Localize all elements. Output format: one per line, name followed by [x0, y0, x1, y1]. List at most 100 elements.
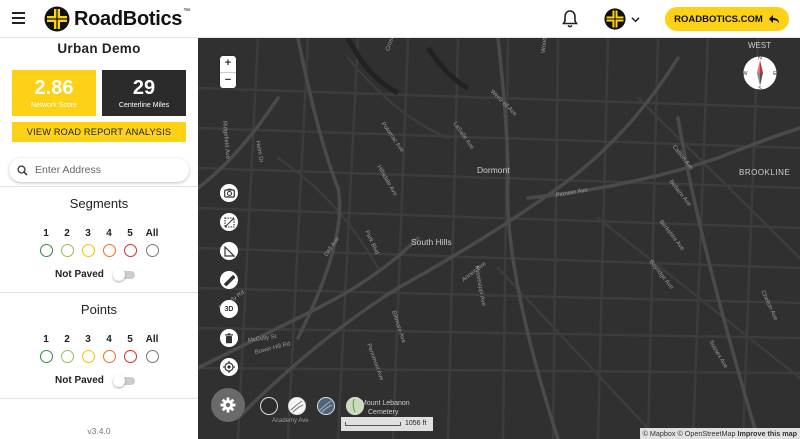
map-scale: 1056 ft [341, 417, 433, 431]
map-attribution: © Mapbox © OpenStreetMap Improve this ma… [639, 428, 800, 439]
project-name: Urban Demo [57, 41, 141, 56]
street-label: Academy Ave [272, 418, 309, 424]
satellite-map-icon [319, 400, 333, 413]
points-not-paved-toggle[interactable] [113, 375, 135, 387]
divider [0, 186, 198, 187]
segment-level-3[interactable]: 3 [78, 228, 98, 257]
level-ring [39, 244, 53, 257]
target-icon [223, 361, 235, 373]
network-score-card: 2.86 Network Score [12, 70, 96, 116]
segments-not-paved-toggle[interactable] [113, 269, 135, 281]
level-ring [102, 244, 116, 257]
points-not-paved-label: Not Paved [55, 375, 104, 386]
cta-label: ROADBOTICS.COM [674, 13, 763, 25]
map-style-satellite-button[interactable] [317, 397, 335, 415]
segment-level-1[interactable]: 1 [36, 228, 56, 257]
centerline-miles-value: 29 [132, 77, 156, 99]
network-score-label: Network Score [31, 102, 77, 109]
view-road-report-button[interactable]: VIEW ROAD REPORT ANALYSIS [12, 122, 186, 142]
compass-s: S [758, 86, 762, 92]
level-ring [39, 350, 53, 363]
segment-level-5[interactable]: 5 [120, 228, 140, 257]
divider [0, 292, 198, 293]
level-ring [145, 350, 159, 363]
centerline-miles-label: Centerline Miles [118, 102, 170, 109]
crop-icon [223, 216, 235, 228]
points-title: Points [80, 302, 118, 317]
light-map-icon [290, 400, 304, 413]
app-version: v3.4.0 [87, 426, 111, 436]
map-style-dark-button[interactable] [260, 397, 278, 415]
bell-icon[interactable] [561, 9, 579, 29]
compass-n: N [758, 56, 762, 62]
top-bar: RoadBotics™ ROADBOTICS.COM [0, 0, 800, 38]
segment-level-2[interactable]: 2 [57, 228, 77, 257]
centerline-miles-card: 29 Centerline Miles [102, 70, 186, 116]
point-level-all[interactable]: All [142, 334, 162, 363]
segments-not-paved-label: Not Paved [55, 269, 104, 280]
segment-level-4[interactable]: 4 [99, 228, 119, 257]
address-search-input[interactable] [35, 164, 175, 176]
level-ring [60, 244, 74, 257]
arrow-return-icon [768, 15, 779, 23]
segments-title: Segments [69, 196, 129, 211]
scale-bar [345, 422, 401, 426]
place-label-brookline: BROOKLINE [739, 168, 791, 177]
camera-icon [223, 188, 235, 198]
crop-button[interactable] [220, 213, 238, 231]
point-level-4[interactable]: 4 [99, 334, 119, 363]
account-menu[interactable] [604, 8, 640, 30]
place-label-west: WEST [748, 41, 772, 50]
level-ring [102, 350, 116, 363]
roadbotics-logo-icon [44, 6, 70, 32]
angle-measure-button[interactable] [220, 242, 238, 260]
terrain-map-icon [352, 398, 356, 413]
search-icon [17, 164, 28, 176]
address-search[interactable] [9, 158, 189, 182]
map-style-light-button[interactable] [288, 397, 306, 415]
compass-w: W [742, 71, 748, 77]
place-label-mount-lebanon: Mount Lebanon [361, 400, 410, 407]
brand-name: RoadBotics™ [74, 7, 190, 30]
map-canvas[interactable]: Crosby Ave Wenz ell Ave Potomac Ave LaSa… [198, 38, 800, 439]
angle-icon [223, 245, 235, 257]
gear-icon [220, 397, 236, 413]
compass-e: E [773, 71, 777, 77]
toggle-knob [113, 269, 125, 281]
point-level-1[interactable]: 1 [36, 334, 56, 363]
zoom-out-button[interactable]: − [220, 73, 236, 89]
level-ring [123, 244, 137, 257]
segment-level-all[interactable]: All [142, 228, 162, 257]
level-ring [81, 244, 95, 257]
toggle-knob [113, 375, 125, 387]
point-level-5[interactable]: 5 [120, 334, 140, 363]
delete-button[interactable] [220, 329, 238, 347]
map-style-terrain-button[interactable] [346, 397, 364, 415]
place-label-dormont: Dormont [477, 165, 510, 175]
compass-icon[interactable]: N S E W [739, 52, 781, 92]
account-logo-icon [604, 8, 626, 30]
network-score-value: 2.86 [34, 77, 74, 99]
settings-button[interactable] [211, 388, 245, 422]
scale-label: 1056 ft [405, 420, 427, 427]
trash-icon [225, 332, 233, 343]
sidebar: Urban Demo 2.86 Network Score 29 Centerl… [0, 38, 198, 439]
level-ring [60, 350, 74, 363]
zoom-in-button[interactable]: + [220, 56, 236, 72]
ruler-button[interactable] [220, 271, 238, 289]
chevron-down-icon [631, 16, 640, 22]
improve-map-link[interactable]: Improve this map [737, 429, 797, 438]
divider [0, 398, 198, 399]
locate-button[interactable] [220, 358, 238, 376]
point-level-3[interactable]: 3 [78, 334, 98, 363]
place-label-cemetery: Cemetery [368, 409, 399, 416]
level-ring [81, 350, 95, 363]
brand-logo[interactable]: RoadBotics™ [44, 6, 190, 32]
level-ring [145, 244, 159, 257]
3d-view-button[interactable]: 3D [220, 300, 238, 318]
attribution-text[interactable]: © Mapbox © OpenStreetMap [643, 429, 736, 438]
camera-button[interactable] [220, 184, 238, 202]
point-level-2[interactable]: 2 [57, 334, 77, 363]
roadbotics-site-button[interactable]: ROADBOTICS.COM [665, 7, 789, 31]
menu-icon[interactable] [12, 12, 25, 24]
